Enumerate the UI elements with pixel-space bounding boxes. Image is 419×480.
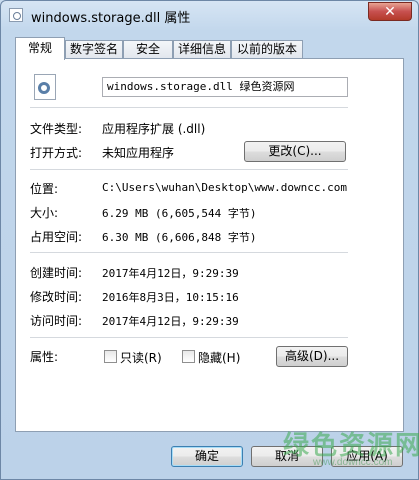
gear-icon — [38, 82, 50, 94]
accessed-label: 访问时间: — [30, 314, 83, 328]
dll-file-icon — [9, 8, 23, 22]
accessed-value: 2017年4月12日，9:29:39 — [102, 315, 239, 328]
separator — [30, 252, 348, 253]
properties-window: windows.storage.dll 属性 ✕ 常规 数字签名 安全 详细信息… — [0, 0, 419, 480]
hidden-label: 隐藏(H) — [198, 351, 241, 365]
tab-general[interactable]: 常规 — [15, 37, 65, 60]
readonly-checkbox[interactable] — [104, 350, 117, 363]
ok-button[interactable]: 确定 — [171, 446, 243, 467]
opens-with-label: 打开方式: — [30, 146, 83, 160]
size-on-disk-label: 占用空间: — [30, 230, 83, 244]
change-button[interactable]: 更改(C)... — [244, 141, 346, 162]
file-name-input[interactable]: windows.storage.dll 绿色资源网 — [102, 77, 348, 97]
size-on-disk-value: 6.30 MB (6,606,848 字节) — [102, 231, 257, 244]
advanced-button[interactable]: 高级(D)... — [276, 346, 348, 367]
separator — [30, 107, 348, 108]
tab-details[interactable]: 详细信息 — [173, 40, 231, 59]
created-value: 2017年4月12日，9:29:39 — [102, 267, 239, 280]
tab-previous-versions[interactable]: 以前的版本 — [231, 40, 303, 59]
size-label: 大小: — [30, 206, 59, 220]
separator — [30, 337, 348, 338]
general-tab-panel: windows.storage.dll 绿色资源网 文件类型: 应用程序扩展 (… — [15, 58, 404, 432]
modified-label: 修改时间: — [30, 290, 83, 304]
close-button[interactable]: ✕ — [368, 2, 412, 21]
created-label: 创建时间: — [30, 266, 83, 280]
readonly-label: 只读(R) — [120, 351, 162, 365]
window-title: windows.storage.dll 属性 — [31, 11, 191, 26]
attributes-label: 属性: — [30, 350, 59, 364]
file-type-value: 应用程序扩展 (.dll) — [102, 122, 206, 136]
file-type-icon — [34, 74, 56, 100]
location-label: 位置: — [30, 182, 59, 196]
tab-digital-signatures[interactable]: 数字签名 — [65, 40, 123, 59]
size-value: 6.29 MB (6,605,544 字节) — [102, 207, 257, 220]
modified-value: 2016年8月3日，10:15:16 — [102, 291, 239, 304]
separator — [30, 169, 348, 170]
watermark-url: www.downcc.com — [313, 457, 393, 468]
opens-with-value: 未知应用程序 — [102, 146, 175, 160]
tab-security[interactable]: 安全 — [123, 40, 173, 59]
hidden-checkbox[interactable] — [182, 350, 195, 363]
title-bar[interactable]: windows.storage.dll 属性 ✕ — [1, 1, 418, 29]
close-icon: ✕ — [384, 4, 396, 20]
location-value: C:\Users\wuhan\Desktop\www.downcc.com — [102, 181, 348, 194]
file-type-label: 文件类型: — [30, 122, 83, 136]
